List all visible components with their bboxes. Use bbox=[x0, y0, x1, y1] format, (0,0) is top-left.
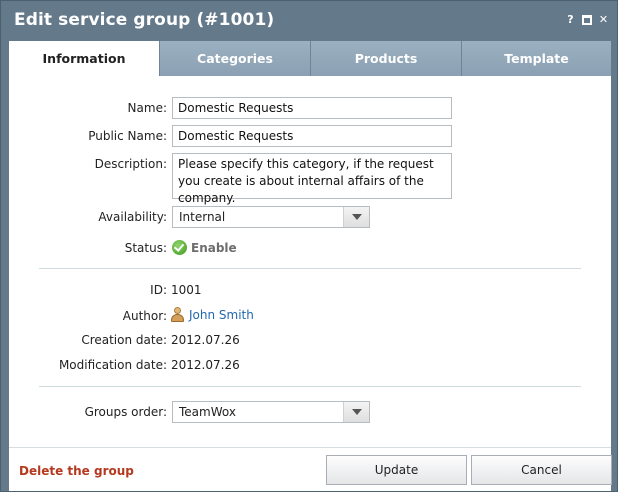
update-button[interactable]: Update bbox=[326, 455, 467, 485]
description-label: Description: bbox=[94, 157, 167, 171]
window-controls: ? ✕ bbox=[565, 14, 609, 26]
status-value: Enable bbox=[191, 240, 237, 255]
availability-label: Availability: bbox=[98, 210, 167, 224]
chevron-down-icon[interactable] bbox=[343, 207, 369, 227]
modification-date-label: Modification date: bbox=[58, 358, 167, 372]
description-textarea[interactable]: Please specify this category, if the req… bbox=[172, 153, 452, 205]
author-label: Author: bbox=[122, 309, 167, 323]
modification-date-value: 2012.07.26 bbox=[171, 358, 240, 372]
groups-order-label: Groups order: bbox=[84, 405, 167, 419]
author-link[interactable]: John Smith bbox=[189, 308, 254, 322]
close-icon[interactable]: ✕ bbox=[598, 14, 609, 26]
availability-select[interactable]: Internal bbox=[172, 206, 370, 228]
tab-bar: Information Categories Products Template bbox=[9, 41, 611, 76]
tab-products[interactable]: Products bbox=[310, 41, 461, 76]
availability-value: Internal bbox=[179, 210, 226, 224]
creation-date-label: Creation date: bbox=[81, 333, 167, 347]
name-label: Name: bbox=[127, 101, 167, 115]
availability-row: Availability: Internal bbox=[9, 206, 611, 228]
id-value: 1001 bbox=[171, 283, 202, 297]
delete-group-link[interactable]: Delete the group bbox=[19, 464, 134, 478]
public-name-label: Public Name: bbox=[88, 129, 167, 143]
status-label: Status: bbox=[124, 241, 167, 255]
user-icon bbox=[171, 307, 184, 322]
name-input[interactable]: Domestic Requests bbox=[172, 97, 452, 119]
creation-date-value: 2012.07.26 bbox=[171, 333, 240, 347]
edit-service-group-dialog: Edit service group (#1001) ? ✕ Informati… bbox=[0, 0, 618, 492]
section-divider bbox=[39, 268, 581, 269]
title-bar[interactable]: Edit service group (#1001) ? ✕ bbox=[1, 1, 617, 41]
dialog-title: Edit service group (#1001) bbox=[14, 10, 275, 30]
public-name-input[interactable]: Domestic Requests bbox=[172, 125, 452, 147]
chevron-down-icon[interactable] bbox=[343, 402, 369, 422]
tab-information[interactable]: Information bbox=[9, 41, 159, 76]
dialog-footer: Delete the group Update Cancel bbox=[9, 447, 612, 491]
information-panel: Name: Domestic Requests Public Name: Dom… bbox=[9, 76, 611, 447]
id-label: ID: bbox=[150, 283, 167, 297]
cancel-button[interactable]: Cancel bbox=[471, 455, 612, 485]
maximize-icon[interactable] bbox=[582, 15, 592, 25]
groups-order-value: TeamWox bbox=[179, 405, 236, 419]
author-field: John Smith bbox=[171, 307, 254, 322]
section-divider bbox=[39, 386, 581, 387]
check-circle-icon bbox=[172, 240, 187, 255]
help-icon[interactable]: ? bbox=[565, 14, 576, 26]
groups-order-select[interactable]: TeamWox bbox=[172, 401, 370, 423]
tab-categories[interactable]: Categories bbox=[159, 41, 310, 76]
tab-template[interactable]: Template bbox=[461, 41, 611, 76]
groups-order-row: Groups order: TeamWox bbox=[9, 401, 611, 423]
status-toggle[interactable]: Enable bbox=[172, 240, 237, 255]
